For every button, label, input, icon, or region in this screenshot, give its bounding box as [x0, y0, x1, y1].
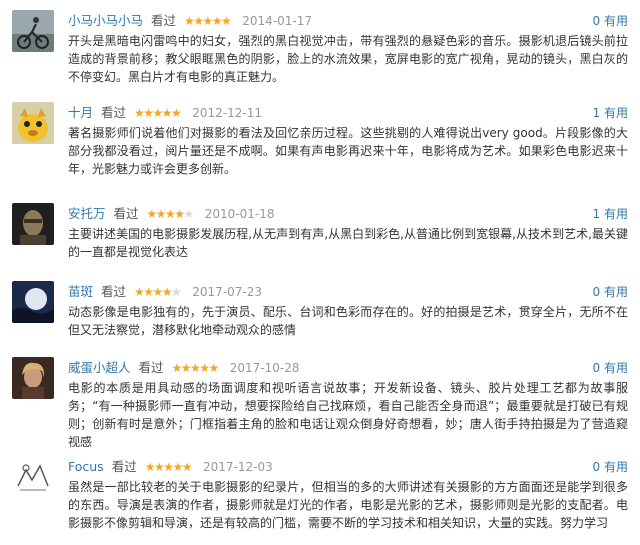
watched-label: 看过: [113, 206, 139, 221]
review-date: 2014-01-17: [242, 14, 313, 28]
avatar[interactable]: [12, 357, 54, 399]
review-text: 著名摄影师们说着他们对摄影的看法及回忆亲历过程。这些挑剔的人难得说出very g…: [68, 126, 628, 176]
user-link[interactable]: 苗斑: [68, 284, 93, 299]
avatar[interactable]: [12, 456, 54, 498]
watched-label: 看过: [101, 105, 127, 120]
review-date: 2017-12-03: [202, 460, 273, 474]
rating-stars: ★★★★★: [184, 14, 232, 28]
review-header: 十月 看过 ★★★★★ 2012-12-11: [68, 104, 262, 122]
rating-stars: ★★★★★: [144, 460, 193, 474]
user-link[interactable]: 威蛋小超人: [68, 360, 131, 375]
user-link[interactable]: 十月: [68, 105, 93, 120]
rating-stars: ★★★★★: [146, 207, 195, 221]
review-date: 2017-07-23: [192, 285, 263, 299]
review-text: 动态影像是电影独有的，先于演员、配乐、台词和色彩而存在的。好的拍摄是艺术，贯穿全…: [68, 305, 628, 337]
user-link[interactable]: 小马小马小马: [68, 13, 143, 28]
review-header: 威蛋小超人 看过 ★★★★★ 2017-10-28: [68, 359, 300, 377]
review-text: 主要讲述美国的电影摄影发展历程,从无声到有声,从黑白到彩色,从普通比例到宽银幕,…: [68, 227, 628, 259]
useful-vote-button[interactable]: 0 有用: [593, 283, 628, 301]
watched-label: 看过: [111, 459, 137, 474]
rating-stars: ★★★★★: [171, 361, 220, 375]
avatar[interactable]: [12, 10, 54, 52]
review-text: 电影的本质是用具动感的场面调度和视听语言说故事；开发新设备、镜头、胶片处理工艺都…: [68, 381, 628, 449]
useful-vote-button[interactable]: 1 有用: [593, 205, 628, 223]
review-text: 开头是黑暗电闪雷鸣中的妇女，强烈的黑白视觉冲击，带有强烈的悬疑色彩的音乐。摄影机…: [68, 34, 628, 84]
review-date: 2010-01-18: [204, 207, 275, 221]
review-date: 2017-10-28: [229, 361, 300, 375]
watched-label: 看过: [138, 360, 164, 375]
useful-vote-button[interactable]: 0 有用: [593, 359, 628, 377]
useful-vote-button[interactable]: 1 有用: [593, 104, 628, 122]
useful-vote-button[interactable]: 0 有用: [593, 12, 628, 30]
user-link[interactable]: Focus: [68, 459, 104, 474]
avatar[interactable]: [12, 281, 54, 323]
rating-stars: ★★★★★: [134, 285, 182, 299]
user-link[interactable]: 安托万: [68, 206, 106, 221]
avatar[interactable]: [12, 102, 54, 144]
review-header: 苗斑 看过 ★★★★★ 2017-07-23: [68, 283, 262, 301]
avatar[interactable]: [12, 203, 54, 245]
watched-label: 看过: [101, 284, 127, 299]
useful-vote-button[interactable]: 0 有用: [593, 458, 628, 476]
review-header: 小马小马小马 看过 ★★★★★ 2014-01-17: [68, 12, 312, 30]
review-text: 虽然是一部比较老的关于电影摄影的纪录片，但相当的多的大师讲述有关摄影的方方面面还…: [68, 480, 628, 530]
review-date: 2012-12-11: [192, 106, 263, 120]
watched-label: 看过: [151, 13, 177, 28]
review-header: 安托万 看过 ★★★★★ 2010-01-18: [68, 205, 275, 223]
review-header: Focus 看过 ★★★★★ 2017-12-03: [68, 458, 273, 476]
rating-stars: ★★★★★: [134, 106, 182, 120]
